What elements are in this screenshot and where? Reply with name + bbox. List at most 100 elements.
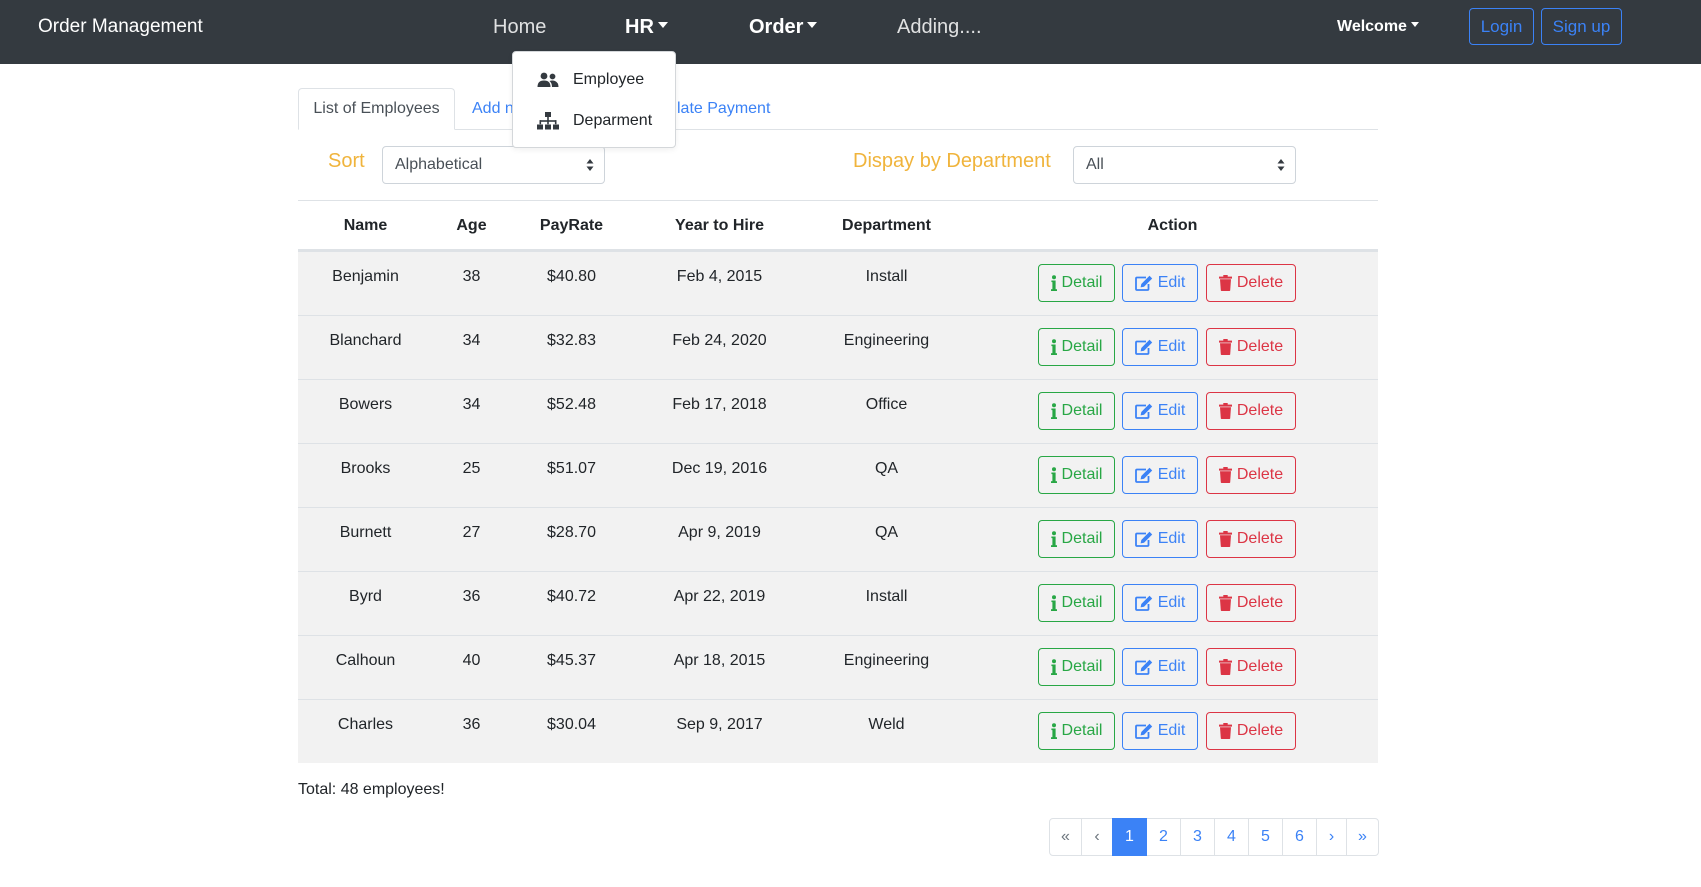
nav-hr-dropdown[interactable]: HR [625,16,668,39]
edit-button[interactable]: Edit [1122,648,1198,686]
table-row: Calhoun 40 $45.37 Apr 18, 2015 Engineering De… [298,635,1378,699]
detail-button-label: Detail [1061,402,1103,419]
department-select[interactable]: All [1073,146,1296,184]
delete-button-label: Delete [1236,530,1284,547]
login-button[interactable]: Login [1469,8,1534,45]
welcome-label: Welcome [1337,18,1407,35]
cell-year-to-hire: Apr 18, 2015 [673,652,766,669]
edit-button[interactable]: Edit [1122,520,1198,558]
edit-button[interactable]: Edit [1122,584,1198,622]
detail-button-label: Detail [1061,658,1103,675]
cell-payrate: $52.48 [547,396,596,413]
delete-button[interactable]: Delete [1206,712,1296,750]
edit-button-label: Edit [1157,466,1186,483]
delete-button[interactable]: Delete [1206,584,1296,622]
department-filter-label: Dispay by Department [853,150,1051,172]
select-arrows-icon [586,159,594,171]
total-count: Total: 48 employees! [298,781,445,798]
detail-button[interactable]: Detail [1038,264,1115,302]
column-header-name: Name [343,217,388,234]
detail-button[interactable]: Detail [1038,456,1115,494]
edit-icon [1134,531,1152,547]
edit-icon [1134,723,1152,739]
edit-button-label: Edit [1157,402,1186,419]
detail-button[interactable]: Detail [1038,712,1115,750]
delete-button[interactable]: Delete [1206,456,1296,494]
select-arrows-icon [1277,159,1285,171]
info-icon [1050,467,1057,483]
nav-order-label: Order [749,16,804,38]
page-button-1[interactable]: 1 [1112,818,1147,856]
cell-department: Office [865,396,908,413]
edit-button[interactable]: Edit [1122,392,1198,430]
page-next-button[interactable]: › [1316,818,1347,856]
cell-department: Weld [868,716,905,733]
cell-age: 34 [462,396,481,413]
nav-home[interactable]: Home [493,16,546,39]
column-header-age: Age [456,217,487,234]
page-button-6[interactable]: 6 [1282,818,1317,856]
cell-year-to-hire: Dec 19, 2016 [671,460,768,477]
page-first-button[interactable]: « [1049,818,1082,856]
edit-button[interactable]: Edit [1122,328,1198,366]
delete-button[interactable]: Delete [1206,648,1296,686]
page-button-5[interactable]: 5 [1248,818,1283,856]
nav-hr-label: HR [625,16,654,38]
delete-button[interactable]: Delete [1206,520,1296,558]
cell-age: 38 [462,268,481,285]
page-button-2[interactable]: 2 [1146,818,1181,856]
detail-button[interactable]: Detail [1038,584,1115,622]
page-button-4[interactable]: 4 [1214,818,1249,856]
tab-add-employee[interactable]: Add n [472,88,514,130]
cell-name: Charles [337,716,394,733]
table-header: Name Age PayRate Year to Hire Department… [298,201,1378,251]
page-last-button[interactable]: » [1346,818,1379,856]
brand[interactable]: Order Management [38,16,203,38]
delete-button[interactable]: Delete [1206,328,1296,366]
cell-payrate: $45.37 [547,652,596,669]
nav-adding-label: Adding.... [897,16,982,38]
info-icon [1050,723,1057,739]
nav-adding[interactable]: Adding.... [897,16,982,39]
dropdown-item-employee-label: Employee [573,71,645,88]
delete-button-label: Delete [1236,274,1284,291]
page-button-3[interactable]: 3 [1180,818,1215,856]
cell-department: Engineering [843,652,930,669]
sort-select[interactable]: Alphabetical [382,146,605,184]
cell-payrate: $40.80 [547,268,596,285]
detail-button[interactable]: Detail [1038,648,1115,686]
delete-button[interactable]: Delete [1206,264,1296,302]
tab-list-employees[interactable]: List of Employees [298,88,455,130]
info-icon [1050,531,1057,547]
cell-age: 34 [462,332,481,349]
cell-age: 36 [462,716,481,733]
tab-payment[interactable]: late Payment [677,88,770,130]
detail-button-label: Detail [1061,338,1103,355]
edit-icon [1134,339,1152,355]
table-row: Brooks 25 $51.07 Dec 19, 2016 QA Detail Edit De… [298,443,1378,507]
page-prev-button[interactable]: ‹ [1081,818,1113,856]
detail-button[interactable]: Detail [1038,520,1115,558]
edit-button[interactable]: Edit [1122,456,1198,494]
dropdown-item-employee[interactable]: Employee [537,68,644,92]
cell-name: Burnett [339,524,392,541]
dropdown-item-department[interactable]: Deparment [537,109,652,133]
column-header-year-to-hire: Year to Hire [675,217,764,234]
edit-icon [1134,595,1152,611]
nav-order-dropdown[interactable]: Order [749,16,818,39]
delete-button-label: Delete [1236,338,1284,355]
detail-button-label: Detail [1061,466,1103,483]
trash-icon [1218,595,1232,611]
detail-button[interactable]: Detail [1038,328,1115,366]
signup-button[interactable]: Sign up [1541,8,1622,45]
edit-button-label: Edit [1157,274,1186,291]
edit-button[interactable]: Edit [1122,264,1198,302]
cell-year-to-hire: Sep 9, 2017 [676,716,763,733]
delete-button[interactable]: Delete [1206,392,1296,430]
welcome-dropdown[interactable]: Welcome [1337,18,1419,36]
detail-button-label: Detail [1061,274,1103,291]
edit-button[interactable]: Edit [1122,712,1198,750]
department-select-value: All [1086,156,1104,173]
cell-age: 27 [462,524,481,541]
detail-button[interactable]: Detail [1038,392,1115,430]
